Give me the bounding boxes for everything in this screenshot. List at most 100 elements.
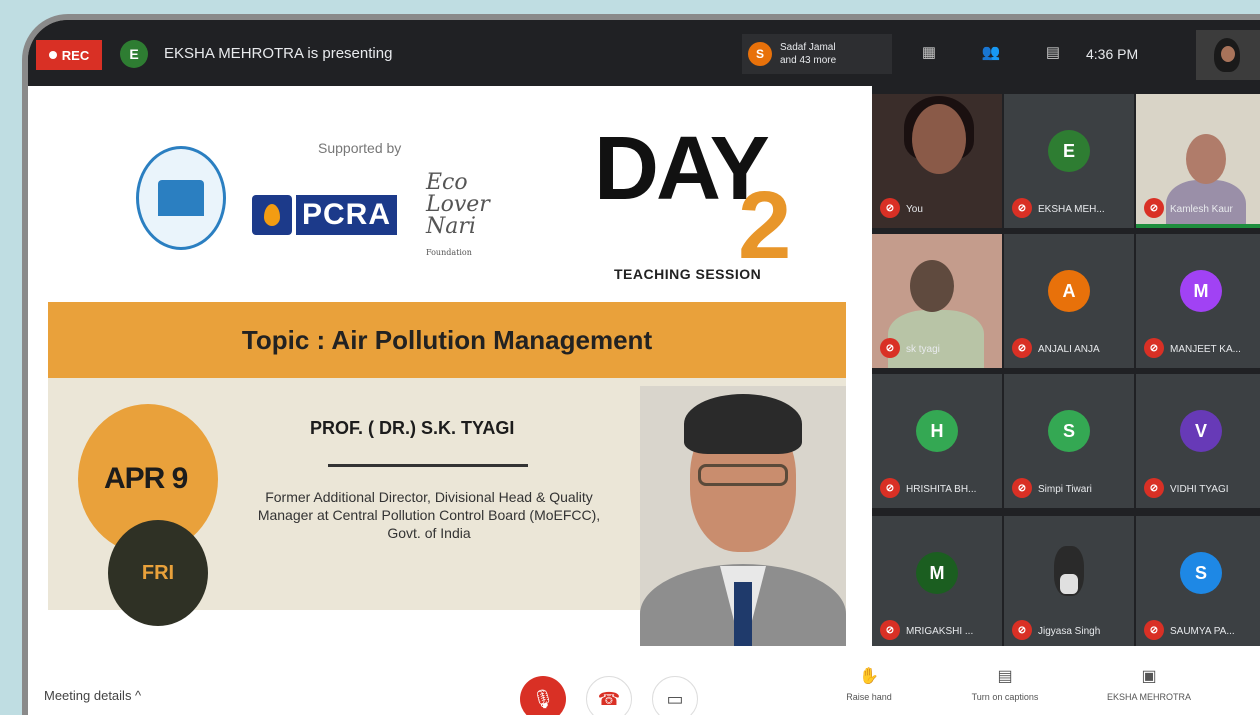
participant-tile[interactable]: M ⊘ MRIGAKSHI ... bbox=[872, 516, 1002, 650]
recording-badge: REC bbox=[36, 40, 102, 70]
eco-logo-text: Eco Lover Nari bbox=[426, 170, 490, 239]
topic-band: Topic : Air Pollution Management bbox=[48, 302, 846, 378]
joiner-more: and 43 more bbox=[780, 55, 837, 66]
presenting-text: EKSHA MEHROTRA is presenting bbox=[164, 45, 393, 62]
camera-button[interactable]: ▭ bbox=[652, 676, 698, 715]
participant-name: HRISHITA BH... bbox=[906, 484, 977, 495]
participant-name: You bbox=[906, 204, 923, 215]
speaking-indicator bbox=[1136, 224, 1260, 228]
participant-tile[interactable]: ⊘ sk tyagi bbox=[872, 234, 1002, 368]
joiner-name: Sadaf Jamal bbox=[780, 42, 836, 53]
supported-by-label: Supported by bbox=[318, 140, 402, 156]
muted-mic-icon: ⊘ bbox=[1144, 198, 1164, 218]
presentation-slide: Supported by PCRA Eco Lover Nari Foundat… bbox=[28, 86, 872, 652]
muted-mic-icon: ⊘ bbox=[880, 620, 900, 640]
present-screen-icon: ▣ bbox=[1141, 668, 1157, 685]
record-dot-icon bbox=[48, 51, 57, 59]
participant-name: Jigyasa Singh bbox=[1038, 626, 1101, 637]
layout-icon[interactable]: ▦ bbox=[918, 42, 940, 64]
speaker-name: PROF. ( DR.) S.K. TYAGI bbox=[310, 418, 515, 438]
participant-photo bbox=[1054, 546, 1084, 596]
eco-logo: Eco Lover Nari Foundation bbox=[426, 172, 490, 264]
eco-logo-small: Foundation bbox=[426, 248, 472, 257]
participant-tile[interactable]: ⊘ You bbox=[872, 94, 1002, 228]
participant-tile[interactable]: A ⊘ ANJALI ANJA bbox=[1004, 234, 1134, 368]
day-number: 2 bbox=[738, 172, 792, 279]
muted-mic-icon: ⊘ bbox=[1012, 620, 1032, 640]
camera-icon: ▭ bbox=[666, 688, 684, 709]
bottom-bar: Meeting details ^ 🎙 ☎ ▭ ✋ Raise hand ▤ T… bbox=[28, 646, 1260, 715]
raise-hand-button[interactable]: ✋ Raise hand bbox=[814, 666, 924, 702]
participant-avatar: S bbox=[1048, 410, 1090, 452]
captions-icon: ▤ bbox=[997, 668, 1013, 685]
participant-tile[interactable]: H ⊘ HRISHITA BH... bbox=[872, 374, 1002, 508]
muted-mic-icon: ⊘ bbox=[1012, 478, 1032, 498]
presenter-avatar: E bbox=[120, 40, 148, 68]
mic-off-icon: 🎙 bbox=[531, 688, 555, 709]
participant-avatar: H bbox=[916, 410, 958, 452]
muted-mic-icon: ⊘ bbox=[1144, 338, 1164, 358]
participant-name: ANJALI ANJA bbox=[1038, 344, 1100, 355]
participants-grid: ⊘ You E ⊘ EKSHA MEH... ⊘ Kamlesh Kaur ⊘ sk tyagi… bbox=[872, 86, 1260, 650]
pcra-logo: PCRA bbox=[252, 190, 398, 240]
topic-title: Topic : Air Pollution Management bbox=[241, 324, 653, 355]
participant-name: MRIGAKSHI ... bbox=[906, 626, 974, 637]
captions-button[interactable]: ▤ Turn on captions bbox=[950, 666, 1060, 702]
top-bar: REC E EKSHA MEHROTRA is presenting S Sad… bbox=[28, 20, 1260, 86]
participant-name: SAUMYA PA... bbox=[1170, 626, 1235, 637]
participant-tile[interactable]: ⊘ Jigyasa Singh bbox=[1004, 516, 1134, 650]
microphone-off-button[interactable]: 🎙 bbox=[520, 676, 566, 715]
weekday-circle: FRI bbox=[108, 520, 208, 626]
participant-tile[interactable]: ⊘ Kamlesh Kaur bbox=[1136, 94, 1260, 228]
participant-avatar: M bbox=[1180, 270, 1222, 312]
self-view-thumbnail[interactable] bbox=[1196, 30, 1260, 80]
participant-tile[interactable]: V ⊘ VIDHI TYAGI bbox=[1136, 374, 1260, 508]
divider bbox=[328, 464, 528, 467]
muted-mic-icon: ⊘ bbox=[1144, 620, 1164, 640]
participant-avatar: M bbox=[916, 552, 958, 594]
participant-tile[interactable]: M ⊘ MANJEET KA... bbox=[1136, 234, 1260, 368]
date-text: APR 9 bbox=[104, 462, 188, 495]
participant-name: MANJEET KA... bbox=[1170, 344, 1241, 355]
participant-name: Kamlesh Kaur bbox=[1170, 204, 1233, 215]
participant-name: sk tyagi bbox=[906, 344, 940, 355]
people-icon[interactable]: 👥 bbox=[980, 42, 1002, 64]
speaker-portrait bbox=[640, 386, 846, 652]
participant-name: VIDHI TYAGI bbox=[1170, 484, 1229, 495]
institution-logo-icon bbox=[136, 146, 226, 250]
muted-mic-icon: ⊘ bbox=[880, 478, 900, 498]
session-label: TEACHING SESSION bbox=[614, 266, 762, 282]
joiner-avatar: S bbox=[748, 42, 772, 66]
participant-tile[interactable]: S ⊘ SAUMYA PA... bbox=[1136, 516, 1260, 650]
pcra-drop-icon bbox=[252, 195, 292, 235]
muted-mic-icon: ⊘ bbox=[1144, 478, 1164, 498]
muted-mic-icon: ⊘ bbox=[880, 198, 900, 218]
recording-label: REC bbox=[61, 47, 90, 63]
participant-tile[interactable]: E ⊘ EKSHA MEH... bbox=[1004, 94, 1134, 228]
participant-avatar: V bbox=[1180, 410, 1222, 452]
weekday-text: FRI bbox=[141, 561, 175, 584]
hand-icon: ✋ bbox=[859, 668, 879, 685]
raise-hand-label: Raise hand bbox=[846, 692, 892, 702]
muted-mic-icon: ⊘ bbox=[1012, 338, 1032, 358]
meet-window: REC E EKSHA MEHROTRA is presenting S Sad… bbox=[22, 14, 1260, 715]
participant-name: Simpi Tiwari bbox=[1038, 484, 1092, 495]
participant-name: EKSHA MEH... bbox=[1038, 204, 1105, 215]
muted-mic-icon: ⊘ bbox=[880, 338, 900, 358]
speaker-description: Former Additional Director, Divisional H… bbox=[257, 489, 601, 541]
leave-call-button[interactable]: ☎ bbox=[586, 676, 632, 715]
presenting-name-label: EKSHA MEHROTRA bbox=[1106, 692, 1191, 702]
meeting-details-button[interactable]: Meeting details ^ bbox=[44, 688, 141, 703]
join-notification[interactable]: S Sadaf Jamal and 43 more bbox=[742, 34, 892, 74]
chat-icon[interactable]: ▤ bbox=[1042, 42, 1064, 64]
participant-avatar: S bbox=[1180, 552, 1222, 594]
clock: 4:36 PM bbox=[1086, 46, 1139, 62]
muted-mic-icon: ⊘ bbox=[1012, 198, 1032, 218]
participant-avatar: E bbox=[1048, 130, 1090, 172]
pcra-wordmark: PCRA bbox=[296, 195, 398, 235]
phone-hangup-icon: ☎ bbox=[597, 688, 621, 709]
participant-tile[interactable]: S ⊘ Simpi Tiwari bbox=[1004, 374, 1134, 508]
presenting-button[interactable]: ▣ EKSHA MEHROTRA bbox=[1094, 666, 1204, 702]
participant-avatar: A bbox=[1048, 270, 1090, 312]
captions-label: Turn on captions bbox=[971, 692, 1039, 702]
